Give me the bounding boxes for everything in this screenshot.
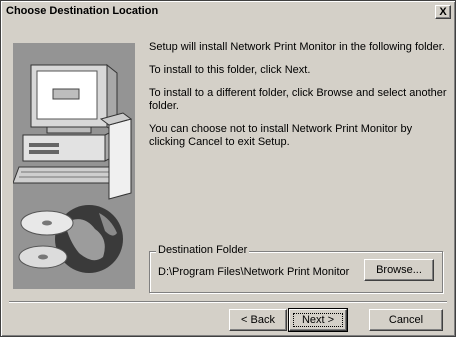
instruction-text: You can choose not to install Network Pr…	[149, 123, 413, 148]
destination-path: D:\Program Files\Network Print Monitor	[158, 266, 350, 278]
back-button[interactable]: < Back	[229, 309, 287, 331]
close-icon: X	[439, 6, 447, 18]
next-button[interactable]: Next >	[288, 308, 348, 332]
computer-monitor-icon	[30, 63, 118, 134]
close-button[interactable]: X	[435, 5, 451, 19]
browse-button[interactable]: Browse...	[364, 259, 434, 281]
destination-folder-group: Destination Folder D:\Program Files\Netw…	[149, 244, 443, 293]
instructions: Setup will install Network Print Monitor…	[149, 41, 449, 159]
setup-illustration	[13, 43, 135, 289]
keyboard-icon	[13, 166, 118, 184]
cancel-button[interactable]: Cancel	[369, 309, 443, 331]
dialog-title: Choose Destination Location	[6, 5, 159, 17]
separator	[9, 301, 447, 303]
instruction-text: To install to this folder, click Next.	[149, 64, 311, 76]
setup-dialog: Choose Destination Location X Setup will…	[0, 0, 456, 337]
destination-folder-label: Destination Folder	[156, 244, 250, 256]
instruction-text: Setup will install Network Print Monitor…	[149, 41, 445, 53]
title-bar: Choose Destination Location X	[3, 3, 453, 21]
focus-rect	[293, 313, 343, 327]
instruction-text: To install to a different folder, click …	[149, 87, 447, 112]
